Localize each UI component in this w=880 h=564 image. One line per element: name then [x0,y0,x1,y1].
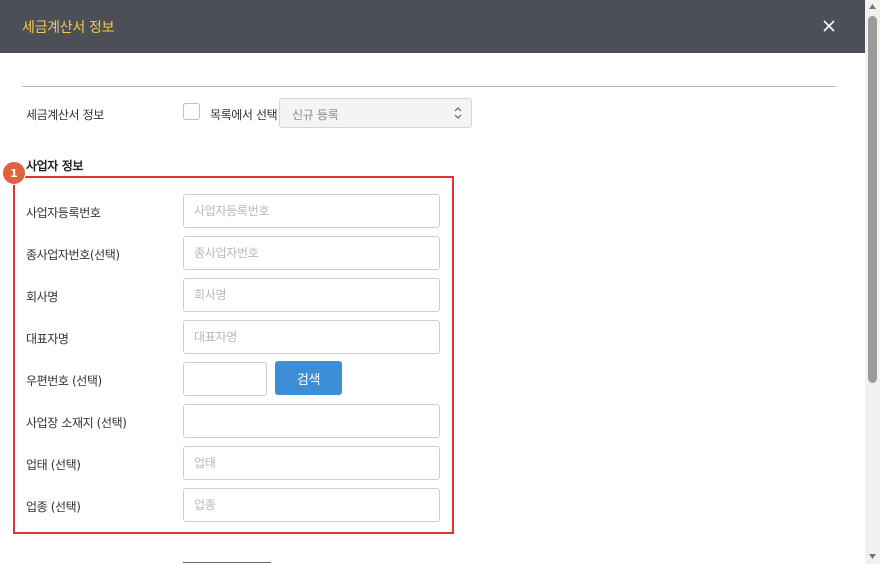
sub-business-number-input[interactable] [183,236,440,270]
scroll-up-icon[interactable] [868,3,877,10]
close-button[interactable] [818,13,840,39]
business-item-input[interactable] [183,488,440,522]
ceo-name-input[interactable] [183,320,440,354]
company-name-label: 회사명 [26,290,58,304]
business-item-label: 업종 (선택) [26,500,81,514]
header-divider [22,86,836,87]
business-address-input[interactable] [183,404,440,438]
select-from-list-label[interactable]: 목록에서 선택 [210,106,278,123]
step-badge: 1 [2,161,26,185]
close-icon [823,20,835,32]
scroll-down-icon[interactable] [868,553,877,560]
scrollbar-thumb[interactable] [868,16,877,383]
scrollbar[interactable] [865,0,880,564]
ceo-name-label: 대표자명 [26,332,69,346]
dialog-header: 세금계산서 정보 [0,0,865,53]
postal-code-label: 우편번호 (선택) [26,374,102,388]
highlight-box [13,176,454,534]
postal-code-input[interactable] [183,362,267,396]
sub-business-number-label: 종사업자번호(선택) [26,248,120,262]
search-button[interactable]: 검색 [275,361,342,395]
business-type-input[interactable] [183,446,440,480]
invoice-info-label: 세금계산서 정보 [26,108,104,122]
invoice-select-value: 신규 등록 [292,108,339,122]
chevron-updown-icon [454,107,462,119]
dialog-title: 세금계산서 정보 [22,20,115,36]
business-number-label: 사업자등록번호 [26,206,101,220]
business-address-label: 사업장 소재지 (선택) [26,416,127,430]
business-info-title: 사업자 정보 [26,159,83,173]
business-type-label: 업태 (선택) [26,458,81,472]
select-from-list-checkbox[interactable] [183,103,200,120]
invoice-select[interactable]: 신규 등록 [279,98,472,128]
business-number-input[interactable] [183,194,440,228]
company-name-input[interactable] [183,278,440,312]
